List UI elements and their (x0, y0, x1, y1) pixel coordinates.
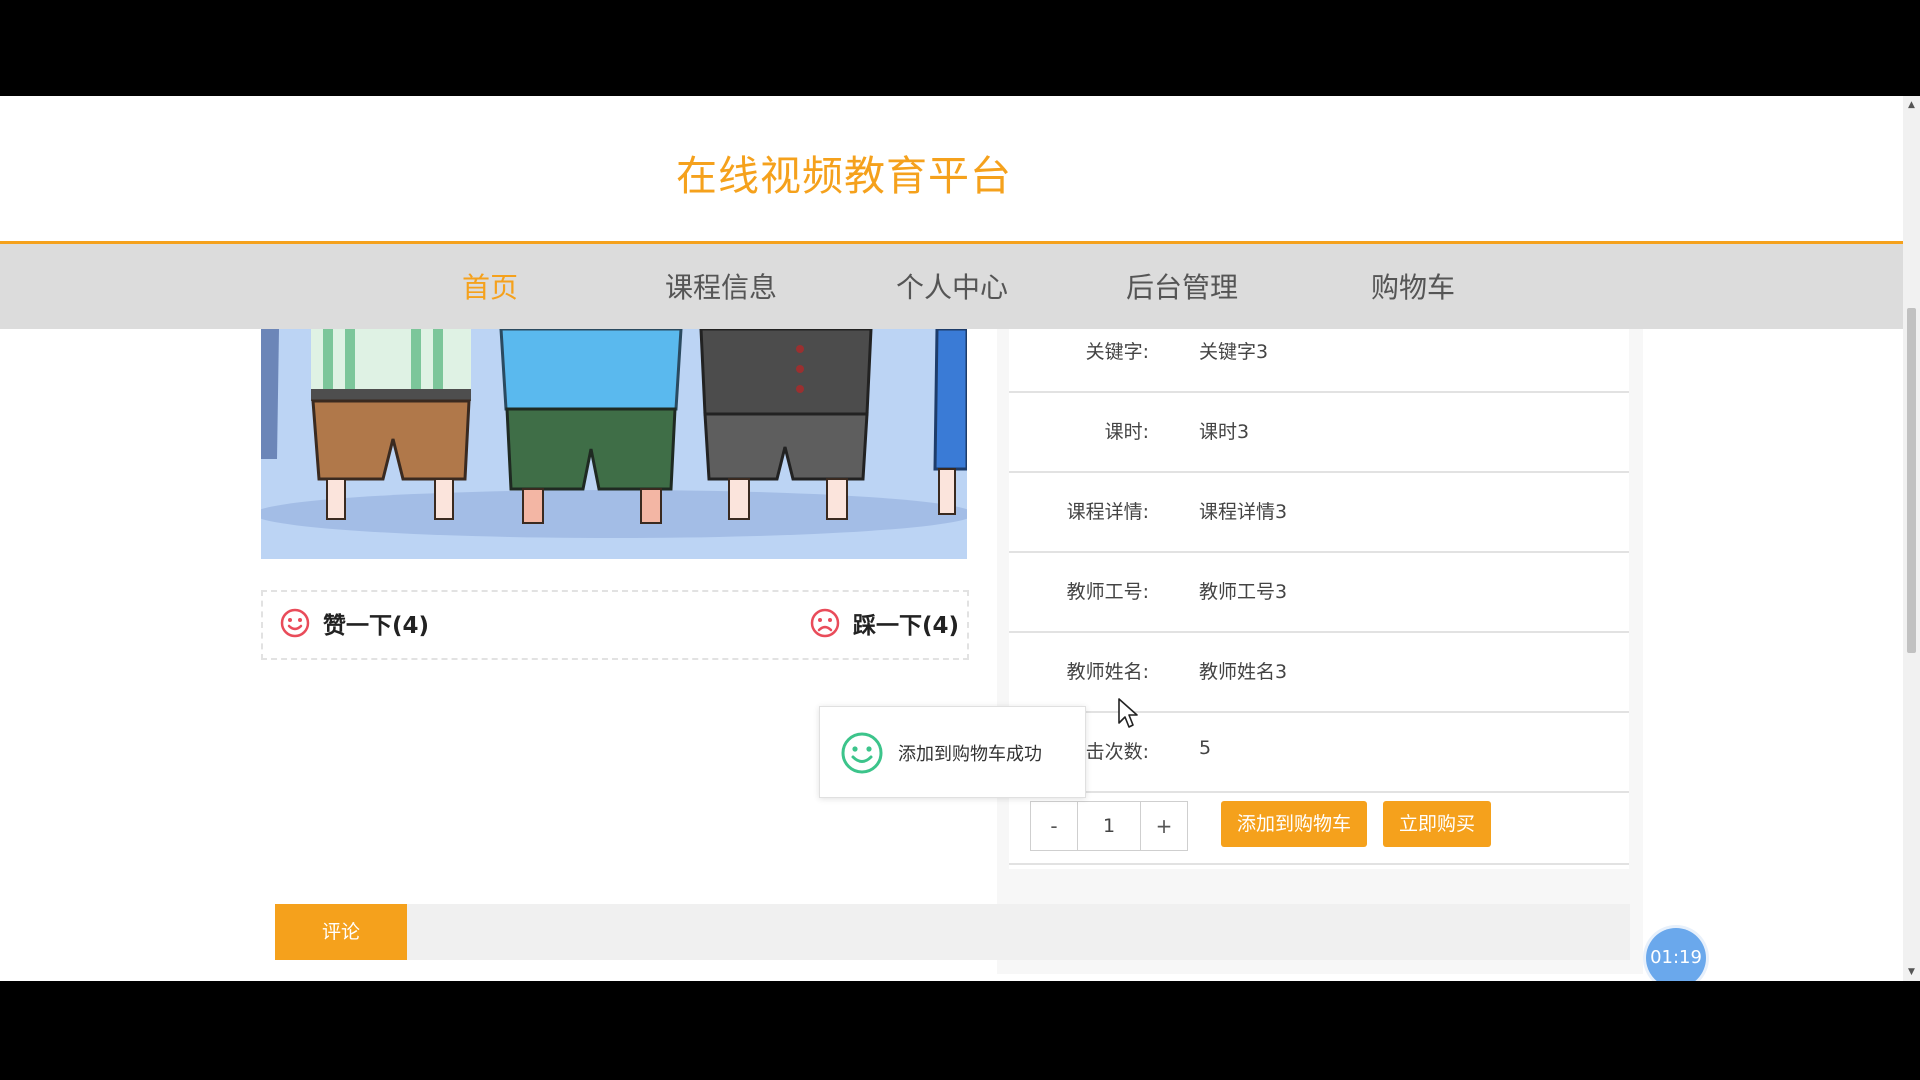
mouse-cursor-icon (1118, 698, 1138, 728)
vote-box: 赞一下(4) 踩一下(4) (261, 590, 969, 660)
detail-value: 课时3 (1199, 421, 1250, 443)
purchase-actions: - 1 + 添加到购物车 立即购买 (1009, 791, 1629, 865)
nav-item-admin[interactable]: 后台管理 (1126, 266, 1238, 306)
main-nav: 首页 课程信息 个人中心 后台管理 购物车 (0, 244, 1903, 329)
detail-row-teacher-id: 教师工号: 教师工号3 (1009, 551, 1629, 633)
nav-item-home[interactable]: 首页 (462, 266, 518, 306)
decrease-quantity-button[interactable]: - (1031, 802, 1077, 850)
nav-item-cart[interactable]: 购物车 (1371, 266, 1455, 306)
increase-quantity-button[interactable]: + (1141, 802, 1187, 850)
detail-value: 教师工号3 (1199, 581, 1288, 603)
detail-row-teacher-name: 教师姓名: 教师姓名3 (1009, 631, 1629, 713)
toast-message: 添加到购物车成功 (898, 744, 1042, 765)
site-header: 在线视频教育平台 (0, 96, 1903, 244)
detail-label: 课时: (1104, 421, 1149, 443)
add-to-cart-button[interactable]: 添加到购物车 (1221, 801, 1367, 847)
like-button[interactable]: 赞一下(4) (279, 606, 429, 640)
detail-row-hours: 课时: 课时3 (1009, 391, 1629, 473)
detail-value: 5 (1199, 737, 1212, 759)
detail-label: 教师工号: (1066, 581, 1149, 603)
detail-value: 课程详情3 (1199, 501, 1288, 523)
detail-value: 关键字3 (1199, 341, 1269, 363)
dislike-button[interactable]: 踩一下(4) (809, 606, 959, 640)
detail-table: 关键字: 关键字3 课时: 课时3 课程详情: 课程详情3 教师工号: 教师工号… (1009, 329, 1629, 869)
scroll-up-arrow-icon[interactable]: ▲ (1903, 98, 1920, 112)
browser-page: 在线视频教育平台 首页 课程信息 个人中心 后台管理 购物车 赞一下(4) 踩一… (0, 96, 1920, 981)
detail-label: 课程详情: (1066, 501, 1149, 523)
detail-label: 教师姓名: (1066, 661, 1149, 683)
detail-label: 关键字: (1085, 341, 1149, 363)
detail-row-clicks: 点击次数: 5 (1009, 711, 1629, 793)
nav-item-personal-center[interactable]: 个人中心 (896, 266, 1008, 306)
success-toast: 添加到购物车成功 (819, 706, 1086, 798)
scrollbar-thumb[interactable] (1907, 308, 1916, 653)
frown-icon (810, 608, 840, 638)
timer-badge[interactable]: 01:19 (1646, 928, 1706, 981)
page-scrollbar[interactable]: ▲ ▼ (1903, 96, 1920, 981)
course-image (261, 329, 967, 559)
like-label: 赞一下(4) (323, 613, 430, 639)
scroll-down-arrow-icon[interactable]: ▼ (1903, 965, 1920, 979)
buy-now-button[interactable]: 立即购买 (1383, 801, 1491, 847)
detail-row-course-details: 课程详情: 课程详情3 (1009, 471, 1629, 553)
dislike-label: 踩一下(4) (853, 613, 960, 639)
quantity-stepper: - 1 + (1030, 801, 1188, 851)
quantity-input[interactable]: 1 (1077, 802, 1141, 850)
site-title: 在线视频教育平台 (676, 152, 1012, 200)
nav-item-course-info[interactable]: 课程信息 (665, 266, 777, 306)
success-smile-icon (841, 732, 883, 774)
tab-comments[interactable]: 评论 (275, 904, 407, 960)
comment-section-bar: 评论 (275, 904, 1630, 960)
detail-value: 教师姓名3 (1199, 661, 1288, 683)
course-detail-panel: 关键字: 关键字3 课时: 课时3 课程详情: 课程详情3 教师工号: 教师工号… (997, 329, 1643, 974)
smile-icon (280, 608, 310, 638)
